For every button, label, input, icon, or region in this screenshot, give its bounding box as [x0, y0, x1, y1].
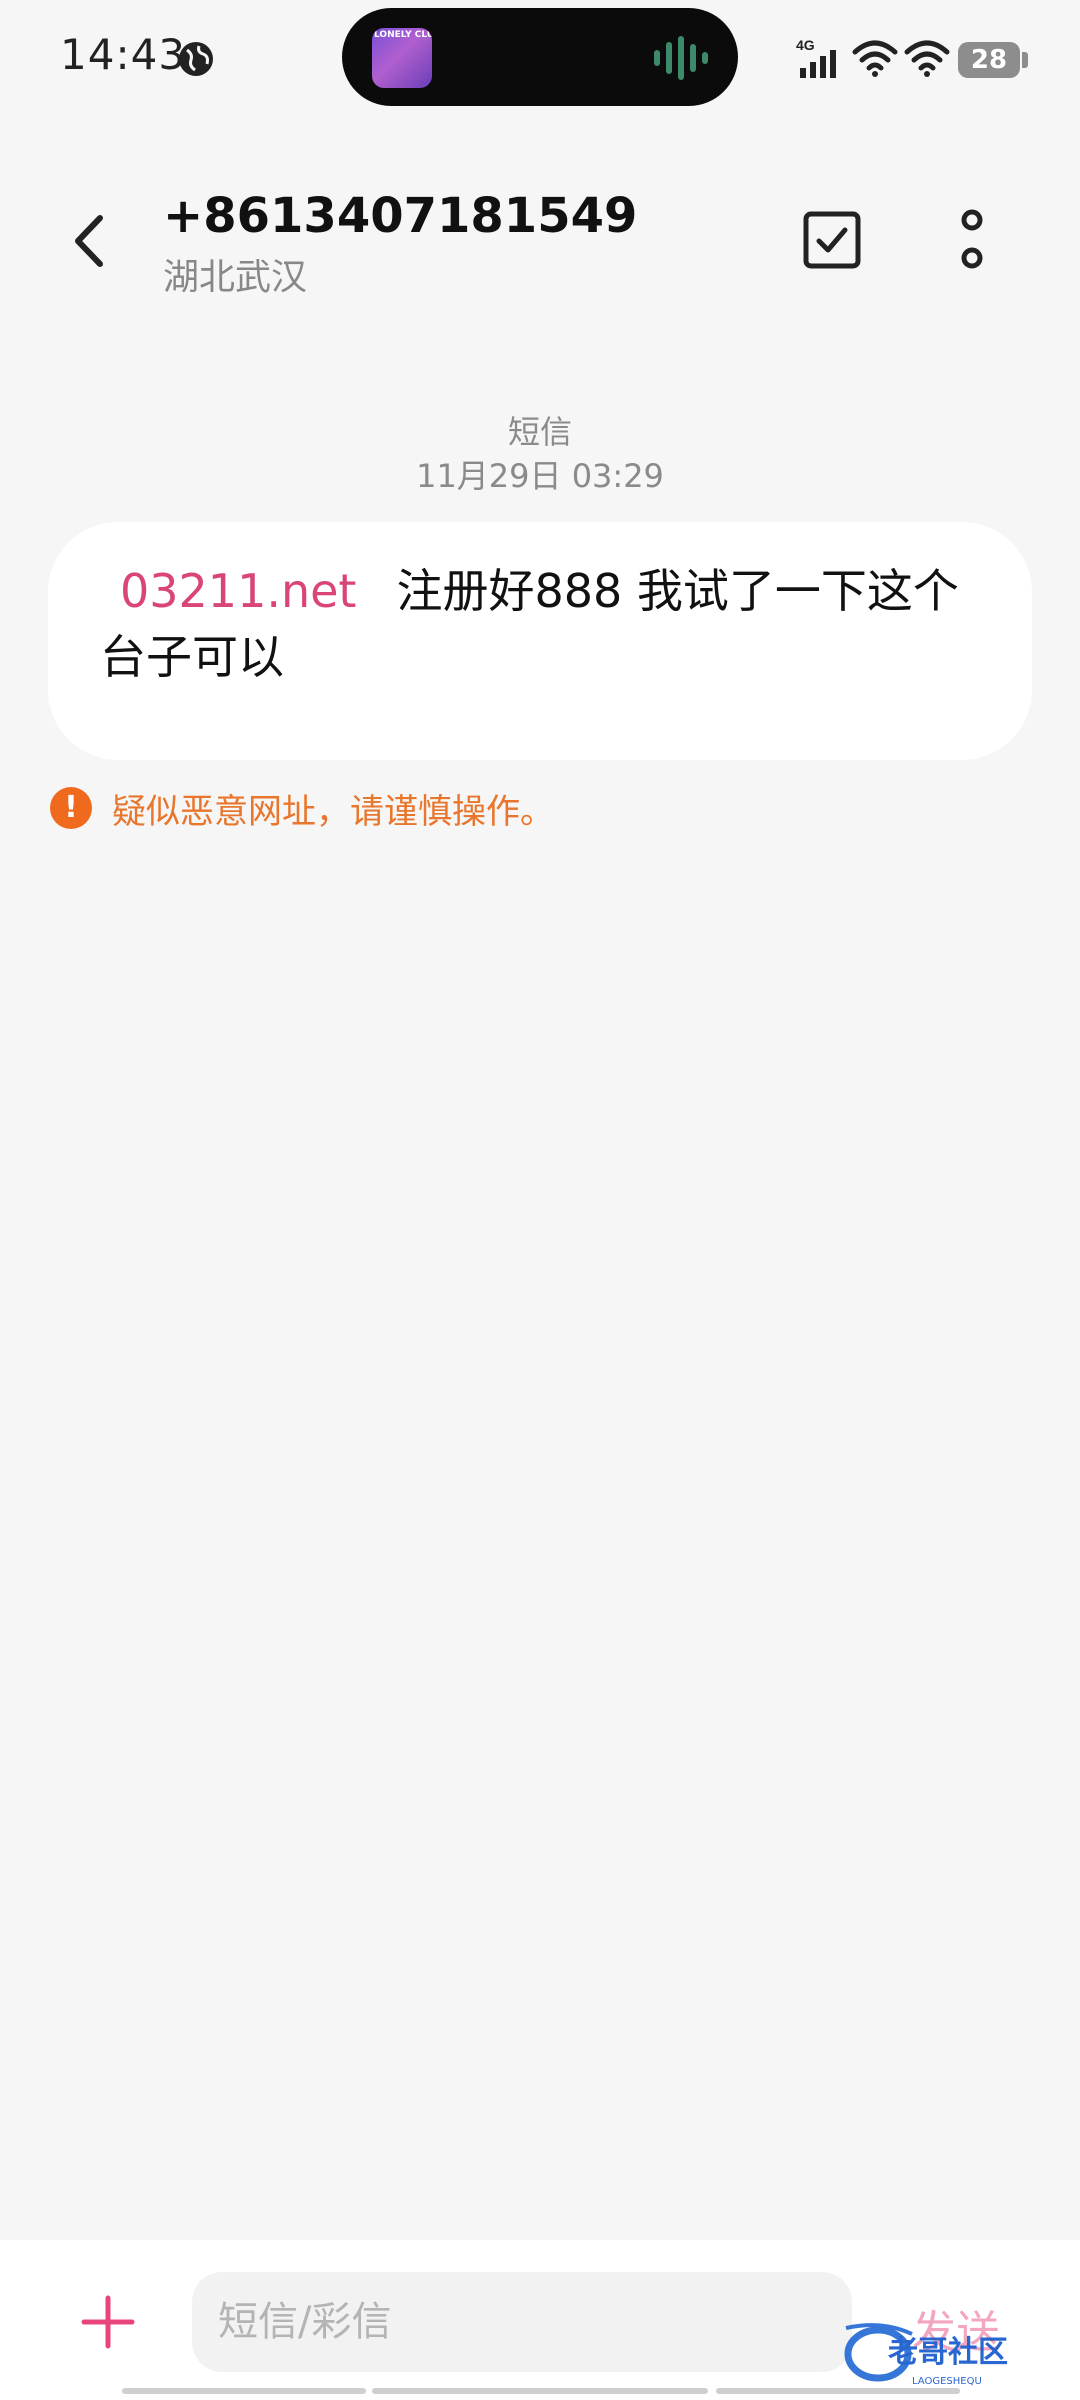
home-indicator-segment — [122, 2388, 366, 2394]
back-arrow-icon[interactable] — [60, 206, 120, 276]
message-line-1: 03211.net 注册好888 我试了一下这个 — [100, 558, 980, 624]
dynamic-island[interactable]: LONELY CLUB — [342, 8, 738, 106]
network-type-label: 4G — [796, 37, 815, 53]
incoming-message-bubble[interactable]: 03211.net 注册好888 我试了一下这个 台子可以 — [48, 522, 1032, 760]
now-playing-artwork: LONELY CLUB — [372, 28, 432, 88]
audio-wave-icon — [654, 36, 708, 80]
checkbox-select-icon[interactable] — [802, 210, 862, 270]
watermark-subtext: LAOGESHEQU — [912, 2376, 982, 2387]
status-bar: 14:43 LONELY CLUB 4G — [0, 0, 1080, 120]
message-composer: 发送 老哥社区 LAOGESHEQU — [0, 2240, 1080, 2400]
globe-icon — [179, 42, 213, 76]
wifi-icon — [904, 40, 950, 77]
message-text-line2: 台子可以 — [100, 630, 284, 684]
messaging-screen: 14:43 LONELY CLUB 4G — [0, 0, 1080, 2400]
plus-icon[interactable] — [80, 2294, 136, 2350]
warning-text: 疑似恶意网址，请谨慎操作。 — [112, 791, 554, 832]
watermark-logo: 老哥社区 LAOGESHEQU — [844, 2323, 1008, 2387]
conversation-header: +8613407181549 湖北武汉 — [0, 170, 1080, 310]
artwork-label: LONELY CLUB — [374, 30, 432, 40]
malicious-link-warning: ! 疑似恶意网址，请谨慎操作。 — [50, 786, 554, 832]
message-link[interactable]: 03211.net — [120, 564, 356, 618]
more-vertical-icon[interactable] — [942, 206, 1002, 276]
home-indicator-segment — [372, 2388, 708, 2394]
message-timestamp: 11月29日 03:29 — [416, 457, 664, 495]
message-meta: 短信 11月29日 03:29 — [0, 410, 1080, 498]
watermark-text: 老哥社区 — [888, 2335, 1008, 2370]
status-time: 14:43 — [60, 30, 187, 79]
battery-icon: 28 — [958, 42, 1020, 78]
signal-4g-icon: 4G — [796, 37, 836, 78]
home-indicator-segment — [716, 2388, 960, 2394]
wifi-icon — [852, 40, 898, 77]
contact-location: 湖北武汉 — [163, 257, 308, 298]
message-text-line1: 注册好888 我试了一下这个 — [396, 564, 959, 618]
battery-cap — [1022, 52, 1028, 68]
contact-number[interactable]: +8613407181549 — [163, 188, 637, 244]
message-type: 短信 — [507, 413, 572, 451]
message-input[interactable] — [192, 2272, 852, 2372]
warning-icon: ! — [50, 787, 92, 829]
